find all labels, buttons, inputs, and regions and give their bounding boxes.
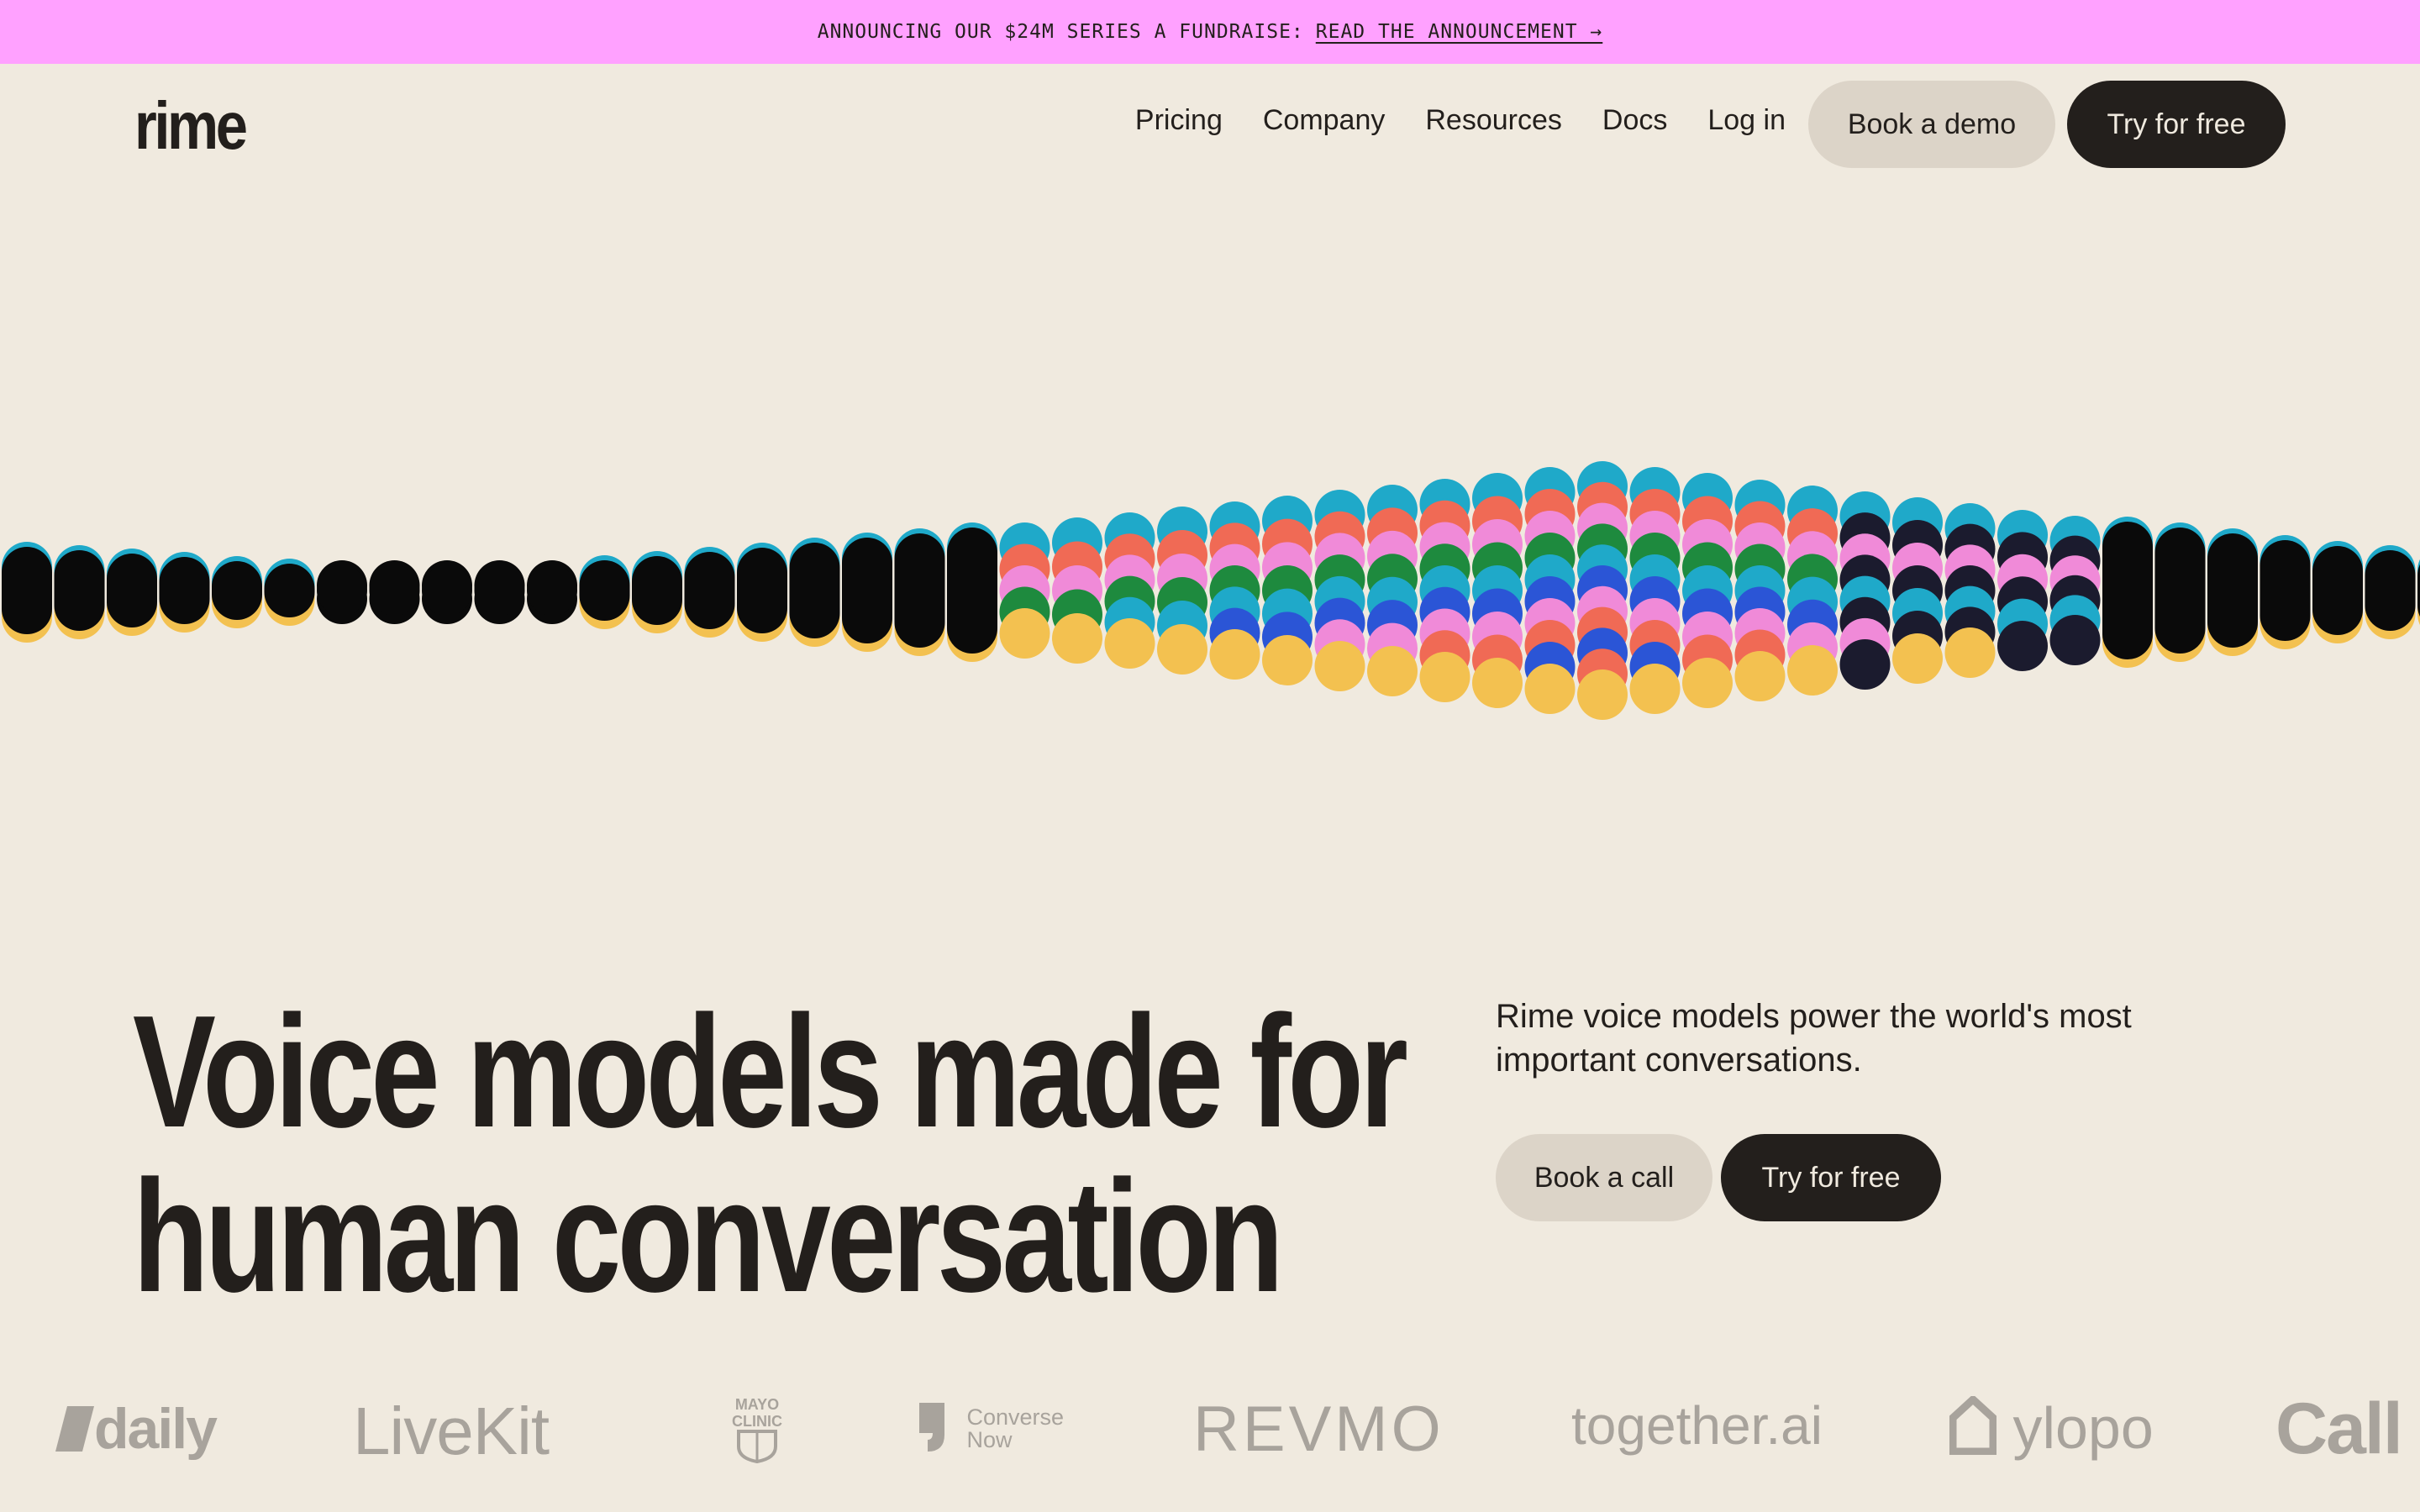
nav-docs-link[interactable]: Docs <box>1602 104 1667 137</box>
wave-column <box>317 560 367 624</box>
wave-column <box>1734 480 1786 701</box>
wave-column <box>999 522 1050 659</box>
conversenow-icon <box>919 1403 944 1452</box>
wave-column <box>842 533 892 652</box>
wave-column <box>2 542 52 643</box>
wave-column <box>212 556 262 628</box>
wave-column <box>2049 516 2101 665</box>
wave-column <box>737 543 787 642</box>
customer-logos: daily LiveKit MAYO CLINIC Converse Now R… <box>0 1378 2420 1478</box>
nav-login-link[interactable]: Log in <box>1707 104 1786 137</box>
wave-column <box>579 555 630 629</box>
wave-column <box>1314 490 1365 691</box>
wave-column <box>1892 497 1943 684</box>
wave-column <box>2102 517 2153 668</box>
nav-pricing-link[interactable]: Pricing <box>1135 104 1223 137</box>
wave-column <box>684 547 735 638</box>
wave-column <box>1524 467 1576 714</box>
wave-column <box>474 560 525 624</box>
ylopo-house-icon <box>1949 1394 1997 1456</box>
wave-column <box>789 538 840 647</box>
wave-column <box>159 552 210 633</box>
wave-column <box>1419 479 1470 702</box>
wave-column <box>54 545 105 639</box>
wave-column <box>1997 510 2048 671</box>
book-demo-button[interactable]: Book a demo <box>1808 81 2055 168</box>
wave-column <box>2365 545 2416 639</box>
daily-logo-icon <box>55 1406 94 1452</box>
wave-column <box>1209 501 1260 680</box>
wave-column <box>2312 541 2363 643</box>
banner-text: ANNOUNCING OUR $24M SERIES A FUNDRAISE: <box>817 21 1304 43</box>
wave-column <box>1157 507 1207 675</box>
mayo-shield-icon <box>737 1430 777 1464</box>
wave-column <box>1629 467 1681 714</box>
announcement-banner: ANNOUNCING OUR $24M SERIES A FUNDRAISE: … <box>0 0 2420 64</box>
wave-column <box>894 528 945 656</box>
revmo-logo: REVMO <box>1193 1394 1444 1465</box>
hero-subtitle: Rime voice models power the world's most… <box>1496 998 2132 1079</box>
nav-company-link[interactable]: Company <box>1263 104 1386 137</box>
wave-column <box>1682 473 1733 708</box>
wave-column <box>2154 522 2206 662</box>
hero-headline-line1: Voice models made for <box>133 983 1408 1161</box>
wave-column <box>1839 491 1891 690</box>
wave-column <box>1944 503 1996 678</box>
wave-column <box>107 549 157 636</box>
wave-column <box>2207 528 2258 656</box>
ylopo-logo: ylopo <box>1949 1394 2154 1462</box>
wave-column <box>632 551 682 633</box>
hero-try-for-free-button[interactable]: Try for free <box>1721 1134 1941 1221</box>
wave-column <box>1787 486 1838 696</box>
wave-column <box>1367 485 1418 696</box>
wave-column <box>947 522 997 662</box>
top-navigation: rime Pricing Company Resources Docs Log … <box>0 64 2420 185</box>
hero-headline-line2: human conversation <box>133 1147 1284 1326</box>
hero-headline: Voice models made for human conversation <box>133 983 1408 1326</box>
nav-links: Pricing Company Resources Docs Log in <box>1135 104 1786 137</box>
try-for-free-button[interactable]: Try for free <box>2067 81 2286 168</box>
book-call-button[interactable]: Book a call <box>1496 1134 1712 1221</box>
wave-column <box>422 560 472 624</box>
wave-column <box>527 560 577 624</box>
rime-logo[interactable]: rime <box>134 87 248 165</box>
wave-column <box>1104 512 1155 669</box>
banner-announcement-link[interactable]: READ THE ANNOUNCEMENT → <box>1316 21 1603 43</box>
wave-column <box>1262 496 1313 685</box>
wave-column <box>369 560 420 624</box>
mayo-clinic-logo: MAYO CLINIC <box>728 1396 786 1467</box>
daily-logo: daily <box>55 1396 218 1462</box>
wave-column <box>1472 473 1523 708</box>
wave-column <box>2260 535 2311 649</box>
call-logo: Call <box>2275 1389 2403 1469</box>
wave-column <box>264 559 315 626</box>
wave-column <box>1577 461 1628 720</box>
wave-column <box>1052 517 1102 664</box>
together-ai-logo: together.ai <box>1571 1395 1823 1456</box>
voice-waveform-graphic <box>2 461 2420 720</box>
livekit-logo: LiveKit <box>353 1394 550 1468</box>
nav-resources-link[interactable]: Resources <box>1425 104 1562 137</box>
conversenow-logo: Converse Now <box>916 1399 1076 1455</box>
